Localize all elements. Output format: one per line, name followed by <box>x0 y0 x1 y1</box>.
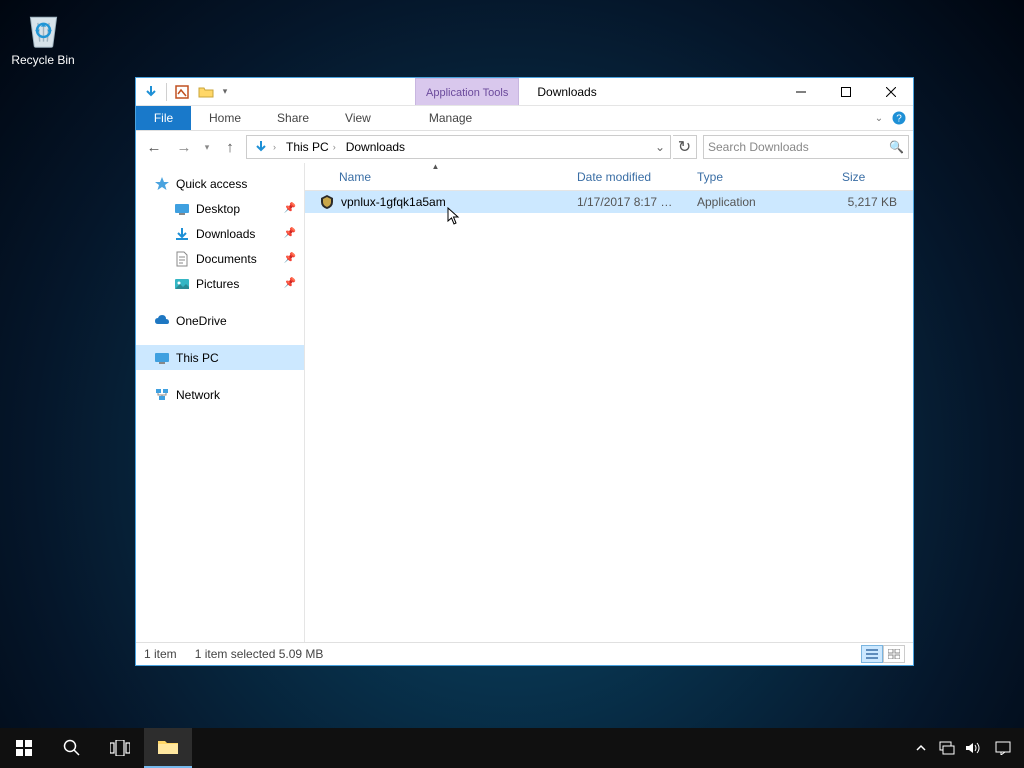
address-root-icon[interactable]: › <box>249 139 282 155</box>
address-row: ← → ▾ ↑ › This PC› Downloads ⌄ ↻ 🔍 <box>136 131 913 163</box>
qat-folder-icon[interactable] <box>195 81 217 103</box>
content-pane: Name▲ Date modified Type Size vpnlux-1gf… <box>305 163 913 642</box>
search-box[interactable]: 🔍 <box>703 135 909 159</box>
nav-onedrive[interactable]: OneDrive <box>136 308 304 333</box>
close-button[interactable] <box>868 78 913 106</box>
file-size: 5,217 KB <box>832 195 907 209</box>
nav-documents[interactable]: Documents 📌 <box>136 246 304 271</box>
back-button[interactable]: ← <box>140 134 168 160</box>
nav-label: This PC <box>176 351 219 365</box>
ribbon-tabs: File Home Share View Manage ⌄ ? <box>136 106 913 131</box>
tab-manage[interactable]: Manage <box>411 106 490 130</box>
column-header-size[interactable]: Size <box>832 163 907 190</box>
nav-downloads[interactable]: Downloads 📌 <box>136 221 304 246</box>
tray-show-hidden-button[interactable] <box>908 728 934 768</box>
qat-customize-icon[interactable]: ▾ <box>219 81 231 103</box>
pin-icon: 📌 <box>284 278 296 289</box>
address-segment-downloads[interactable]: Downloads <box>342 140 409 154</box>
nav-network[interactable]: Network <box>136 382 304 407</box>
tab-home[interactable]: Home <box>191 106 259 130</box>
titlebar: ▾ Application Tools Downloads <box>136 78 913 106</box>
address-segment-thispc[interactable]: This PC› <box>282 140 342 154</box>
navigation-pane: Quick access Desktop 📌 Downloads 📌 Docum… <box>136 163 305 642</box>
window-title: Downloads <box>537 78 596 105</box>
search-button[interactable] <box>48 728 96 768</box>
nav-pictures[interactable]: Pictures 📌 <box>136 271 304 296</box>
sort-asc-icon: ▲ <box>432 163 440 171</box>
view-large-icons-button[interactable] <box>883 645 905 663</box>
onedrive-icon <box>154 313 170 329</box>
nav-label: Network <box>176 388 220 402</box>
nav-label: Pictures <box>196 277 239 291</box>
tab-view[interactable]: View <box>327 106 389 130</box>
column-header-type[interactable]: Type <box>687 163 832 190</box>
nav-label: Desktop <box>196 202 240 216</box>
taskbar-file-explorer[interactable] <box>144 728 192 768</box>
qat-properties-icon[interactable] <box>171 81 193 103</box>
qat-down-arrow-icon[interactable] <box>140 81 162 103</box>
star-icon <box>154 176 170 192</box>
tab-share[interactable]: Share <box>259 106 327 130</box>
nav-label: OneDrive <box>176 314 227 328</box>
desktop-icon-label: Recycle Bin <box>6 53 80 67</box>
application-icon <box>319 194 335 210</box>
download-icon <box>174 226 190 242</box>
minimize-button[interactable] <box>778 78 823 106</box>
pictures-icon <box>174 276 190 292</box>
search-icon: 🔍 <box>889 140 904 154</box>
status-bar: 1 item 1 item selected 5.09 MB <box>136 642 913 665</box>
search-input[interactable] <box>708 140 889 154</box>
column-header-date[interactable]: Date modified <box>567 163 687 190</box>
tab-file[interactable]: File <box>136 106 191 130</box>
tray-volume-icon[interactable] <box>960 728 986 768</box>
file-row[interactable]: vpnlux-1gfqk1a5am 1/17/2017 8:17 PM Appl… <box>305 191 913 213</box>
context-tab-application-tools[interactable]: Application Tools <box>415 78 519 105</box>
desktop-icon <box>174 201 190 217</box>
task-view-button[interactable] <box>96 728 144 768</box>
file-list[interactable]: vpnlux-1gfqk1a5am 1/17/2017 8:17 PM Appl… <box>305 191 913 642</box>
view-details-button[interactable] <box>861 645 883 663</box>
network-icon <box>154 387 170 403</box>
address-dropdown-button[interactable]: ⌄ <box>652 140 668 154</box>
pin-icon: 📌 <box>284 203 296 214</box>
svg-text:?: ? <box>896 114 902 125</box>
status-selection: 1 item selected 5.09 MB <box>195 647 324 661</box>
nav-label: Downloads <box>196 227 255 241</box>
quick-access-toolbar: ▾ <box>136 78 235 105</box>
pin-icon: 📌 <box>284 228 296 239</box>
taskbar <box>0 728 1024 768</box>
help-button[interactable]: ? <box>889 106 909 130</box>
desktop-icon-recycle-bin[interactable]: Recycle Bin <box>6 6 80 67</box>
recent-locations-button[interactable]: ▾ <box>200 134 214 160</box>
forward-button[interactable]: → <box>170 134 198 160</box>
refresh-button[interactable]: ↻ <box>673 135 697 159</box>
column-header-name[interactable]: Name▲ <box>305 163 567 190</box>
file-type: Application <box>687 195 832 209</box>
file-explorer-window: ▾ Application Tools Downloads File Home … <box>135 77 914 666</box>
column-headers: Name▲ Date modified Type Size <box>305 163 913 191</box>
ribbon-expand-button[interactable]: ⌄ <box>869 106 889 130</box>
document-icon <box>174 251 190 267</box>
file-date: 1/17/2017 8:17 PM <box>567 195 687 209</box>
recycle-bin-icon <box>21 6 66 51</box>
tray-action-center-icon[interactable] <box>986 728 1020 768</box>
file-name: vpnlux-1gfqk1a5am <box>341 195 446 209</box>
nav-label: Quick access <box>176 177 247 191</box>
status-item-count: 1 item <box>144 647 177 661</box>
tray-network-icon[interactable] <box>934 728 960 768</box>
nav-this-pc[interactable]: This PC <box>136 345 304 370</box>
nav-label: Documents <box>196 252 257 266</box>
start-button[interactable] <box>0 728 48 768</box>
up-button[interactable]: ↑ <box>216 134 244 160</box>
window-controls <box>778 78 913 105</box>
monitor-icon <box>154 350 170 366</box>
nav-quick-access[interactable]: Quick access <box>136 171 304 196</box>
nav-desktop[interactable]: Desktop 📌 <box>136 196 304 221</box>
pin-icon: 📌 <box>284 253 296 264</box>
address-bar[interactable]: › This PC› Downloads ⌄ <box>246 135 671 159</box>
maximize-button[interactable] <box>823 78 868 106</box>
divider <box>166 83 167 101</box>
